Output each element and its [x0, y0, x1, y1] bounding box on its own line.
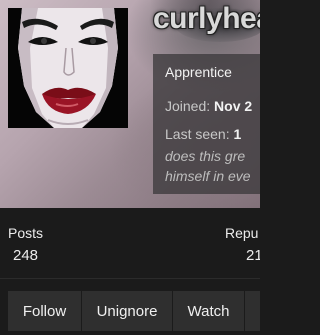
follow-button[interactable]: Follow — [8, 291, 82, 331]
status-text-line-1: does this gre — [165, 148, 246, 164]
posts-label: Posts — [8, 225, 44, 241]
profile-info-card: Apprentice Joined: Nov 2 Last seen: 1 do… — [153, 54, 260, 194]
user-rank: Apprentice — [165, 64, 232, 80]
last-seen-line: Last seen: 1 — [165, 126, 260, 144]
joined-value: Nov 2 — [214, 98, 253, 114]
reputation-count: 21 — [246, 247, 260, 264]
joined-line: Joined: Nov 2 — [165, 98, 260, 116]
posts-count: 248 — [13, 247, 39, 264]
watch-button[interactable]: Watch — [173, 291, 245, 331]
divider — [0, 278, 260, 279]
profile-actions: Follow Unignore Watch — [8, 291, 260, 331]
last-seen-label: Last seen: — [165, 126, 230, 142]
last-seen-value: 1 — [233, 126, 242, 142]
posts-stat[interactable]: Posts 248 — [8, 225, 43, 264]
profile-stats: Posts 248 Repu 21 — [0, 208, 260, 278]
reputation-label: Repu — [225, 225, 259, 241]
status-text-line-2: himself in eve — [165, 168, 251, 184]
unignore-button[interactable]: Unignore — [82, 291, 173, 331]
reputation-stat[interactable]: Repu 21 — [225, 225, 260, 264]
member-profile-header: curlyhead Apprentice Joined: Nov 2 Last … — [0, 0, 260, 335]
avatar[interactable] — [8, 8, 128, 128]
username: curlyhead — [153, 2, 260, 35]
joined-label: Joined: — [165, 98, 211, 114]
more-actions-button[interactable] — [245, 291, 260, 331]
